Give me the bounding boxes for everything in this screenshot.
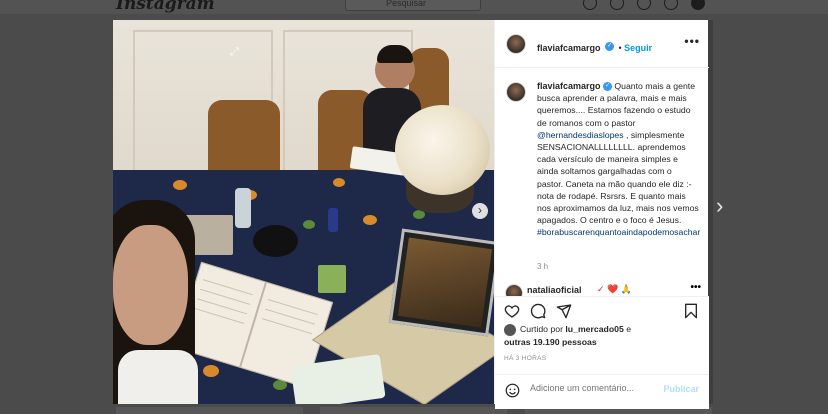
comment-emoji-icon: ✓ ❤️ 🙏 [597, 284, 632, 294]
search-input[interactable]: Pesquisar [345, 0, 481, 11]
next-photo-icon[interactable]: › [472, 203, 488, 219]
emoji-icon[interactable] [505, 383, 520, 398]
post-photo[interactable]: ⤢ [113, 20, 494, 404]
heart-icon[interactable] [664, 0, 678, 10]
grid-thumbnail [320, 407, 507, 414]
likes-mid: e [623, 324, 632, 334]
comment-username[interactable]: nataliaoficial [527, 285, 582, 295]
comment-avatar[interactable] [505, 284, 523, 296]
post-caption: flaviafcamargo ✓ Quanto mais a gente bus… [537, 80, 700, 239]
caption-avatar[interactable] [506, 82, 526, 102]
caption-text-2: , simplesmente SENSACIONALLLLLLLL. apren… [537, 129, 699, 226]
follow-button[interactable]: Seguir [624, 43, 652, 53]
photo-decor [235, 188, 251, 228]
post-header: flaviafcamargo ✓ • Seguir ••• [495, 20, 709, 68]
post-age: HÁ 3 HORAS [504, 355, 547, 362]
photo-decor [173, 180, 187, 190]
chevron-right-icon[interactable]: › [716, 193, 723, 219]
photo-decor [113, 200, 208, 404]
mention-link[interactable]: @hernandesdiaslopes [537, 130, 624, 140]
photo-decor [328, 208, 338, 232]
header-user-row: flaviafcamargo ✓ • Seguir [537, 38, 652, 56]
liker-avatar[interactable] [504, 323, 516, 336]
hashtag-link[interactable]: #borabuscarenquantoaindapodemosachar [537, 227, 700, 237]
comment-input[interactable] [530, 383, 660, 393]
home-icon[interactable] [583, 0, 597, 10]
photo-decor [333, 178, 345, 187]
share-icon[interactable] [556, 303, 572, 319]
comment-preview: nataliaoficial ✓ ❤️ 🙏 ••• [505, 284, 705, 296]
caption-username[interactable]: flaviafcamargo [537, 81, 601, 91]
instagram-logo[interactable]: Instagram [116, 0, 215, 14]
expand-icon[interactable]: ⤢ [230, 46, 239, 59]
verified-icon: ✓ [604, 42, 614, 52]
grid-thumbnail [116, 407, 303, 414]
photo-decor [253, 225, 298, 257]
more-options-icon[interactable]: ••• [684, 34, 700, 48]
liker-username[interactable]: lu_mercado05 [565, 324, 623, 334]
likes-summary: Curtido por lu_mercado05 e outras 19.190… [504, 323, 631, 348]
top-navigation: Instagram Pesquisar [0, 0, 828, 14]
photo-decor [388, 228, 494, 337]
heart-icon[interactable] [504, 303, 520, 319]
post-actions: Curtido por lu_mercado05 e outras 19.190… [495, 296, 709, 409]
photo-decor [363, 215, 377, 225]
photo-decor [318, 265, 346, 293]
publish-button[interactable]: Publicar [663, 384, 699, 394]
add-comment-bar: Publicar [495, 374, 709, 405]
likes-prefix: Curtido por [520, 324, 566, 334]
caption-time: 3 h [537, 262, 549, 271]
photo-decor [395, 105, 490, 195]
photo-decor [377, 45, 413, 63]
direct-icon[interactable] [610, 0, 624, 10]
explore-icon[interactable] [637, 0, 651, 10]
post-sidebar: flaviafcamargo ✓ • Seguir ••• flaviafcam… [494, 20, 709, 409]
likes-others[interactable]: outras 19.190 pessoas [504, 337, 597, 347]
header-username[interactable]: flaviafcamargo [537, 43, 601, 53]
photo-decor [303, 220, 315, 229]
verified-icon: ✓ [602, 82, 612, 92]
avatar[interactable] [506, 34, 526, 54]
bookmark-icon[interactable] [683, 303, 699, 319]
comment-icon[interactable] [530, 303, 546, 319]
comment-more-icon[interactable]: ••• [690, 284, 701, 293]
profile-avatar-icon[interactable] [691, 0, 705, 10]
nav-icons [583, 0, 705, 10]
